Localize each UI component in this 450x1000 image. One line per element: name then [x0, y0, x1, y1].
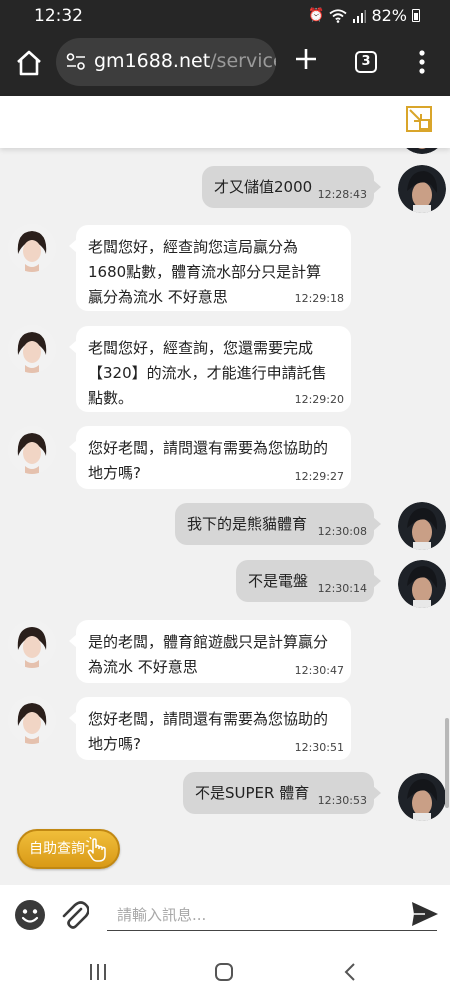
- user-message-bubble: 才又儲值2000 12:28:43: [202, 166, 381, 208]
- tap-hand-icon: [85, 837, 106, 862]
- battery-icon: [412, 9, 420, 22]
- browser-toolbar: gm1688.net/service/c 3: [0, 32, 450, 96]
- agent-avatar: [8, 696, 56, 744]
- expand-window-icon[interactable]: [405, 105, 433, 133]
- message-time: 12:29:20: [294, 393, 344, 406]
- user-avatar: [398, 560, 446, 608]
- agent-avatar: [8, 325, 56, 373]
- wifi-icon: [329, 8, 348, 23]
- user-avatar: [398, 773, 446, 821]
- send-icon[interactable]: [411, 901, 439, 927]
- message-time: 12:28:43: [317, 188, 367, 201]
- message-time: 12:30:14: [317, 582, 367, 595]
- nav-home-icon[interactable]: [214, 962, 234, 982]
- agent-avatar: [8, 426, 56, 474]
- url-domain: gm1688.net: [94, 50, 211, 72]
- message-time: 12:29:18: [294, 292, 344, 305]
- user-message-bubble: 不是電盤 12:30:14: [236, 560, 381, 602]
- message-time: 12:29:27: [294, 470, 344, 483]
- attachment-icon[interactable]: [59, 899, 89, 931]
- agent-avatar: [8, 224, 56, 272]
- user-avatar: [398, 148, 446, 154]
- agent-message-bubble: 老闆您好，經查詢您這局贏分為 1680點數，體育流水部分只是計算 贏分為流水 不…: [69, 225, 351, 311]
- user-avatar: [398, 502, 446, 550]
- emoji-icon[interactable]: [14, 899, 46, 931]
- message-time: 12:30:53: [317, 794, 367, 807]
- status-bar: 12:32 ⏰ 82%: [0, 0, 450, 32]
- message-line: 您好老闆，請問還有需要為您協助的: [88, 710, 329, 728]
- user-avatar: [398, 165, 446, 213]
- chat-scrollbar[interactable]: [445, 718, 449, 808]
- self-help-label: 自助查詢: [29, 841, 85, 857]
- url-text: gm1688.net/service/c: [94, 50, 276, 72]
- status-time: 12:32: [34, 6, 83, 26]
- home-button[interactable]: [14, 48, 44, 78]
- more-menu-icon[interactable]: [412, 47, 432, 77]
- battery-percent: 82%: [371, 6, 407, 25]
- chat-header: [0, 96, 450, 148]
- nav-back-icon[interactable]: [343, 962, 357, 982]
- message-line: 您好老闆，請問還有需要為您協助的: [88, 439, 329, 457]
- agent-message-bubble: 您好老闆，請問還有需要為您協助的 地方嗎? 12:30:51: [69, 697, 351, 760]
- agent-message-bubble: 是的老闆，體育館遊戲只是計算贏分 為流水 不好意思 12:30:47: [69, 620, 351, 683]
- message-compose-bar: [0, 885, 450, 947]
- user-message-bubble: 不是SUPER 體育 12:30:53: [183, 772, 381, 814]
- agent-message-bubble: 您好老闆，請問還有需要為您協助的 地方嗎? 12:29:27: [69, 426, 351, 489]
- user-message-bubble: 我下的是熊貓體育 12:30:08: [175, 503, 381, 545]
- system-navigation-bar: [0, 947, 450, 1000]
- alarm-icon: ⏰: [308, 8, 325, 23]
- message-line: 老闆您好，經查詢您這局贏分為: [88, 238, 299, 256]
- url-path: /service/c: [210, 50, 276, 72]
- agent-message-bubble: 老闆您好，經查詢，您還需要完成 【320】的流水，才能進行申請託售 點數。 12…: [69, 326, 351, 412]
- message-time: 12:30:47: [294, 664, 344, 677]
- address-bar[interactable]: gm1688.net/service/c: [56, 38, 276, 86]
- status-icons: ⏰ 82%: [308, 6, 420, 25]
- new-tab-button[interactable]: [292, 45, 320, 73]
- message-input[interactable]: [107, 899, 437, 931]
- tab-switcher-button[interactable]: 3: [355, 51, 377, 73]
- chat-message-list[interactable]: 才又儲值2000 12:28:43 老闆您好，經查詢您這局贏分為 1680點數，…: [0, 148, 450, 885]
- message-line: 1680點數，體育流水部分只是計算: [88, 263, 322, 281]
- agent-avatar: [8, 620, 56, 668]
- self-help-query-button[interactable]: 自助查詢: [17, 829, 120, 869]
- site-settings-icon[interactable]: [66, 53, 86, 71]
- message-time: 12:30:51: [294, 741, 344, 754]
- signal-icon: [353, 9, 367, 23]
- message-line: 老闆您好，經查詢，您還需要完成: [88, 339, 314, 357]
- recent-apps-icon[interactable]: [88, 962, 108, 982]
- message-time: 12:30:08: [317, 525, 367, 538]
- message-line: 是的老闆，體育館遊戲只是計算贏分: [88, 633, 329, 651]
- message-line: 【320】的流水，才能進行申請託售: [88, 364, 327, 382]
